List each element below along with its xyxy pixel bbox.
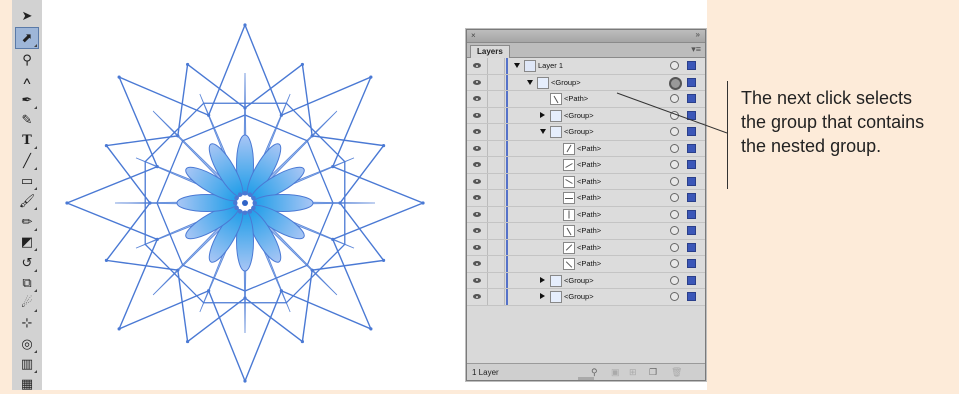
callout-text: The next click selects the group that co… [741,86,956,158]
callout-bar [727,81,728,189]
callout-line-2: the group that contains [741,112,925,132]
callout-leader [616,92,728,134]
callout-line-1: The next click selects [741,88,913,108]
callout-line-3: the nested group. [741,136,882,156]
